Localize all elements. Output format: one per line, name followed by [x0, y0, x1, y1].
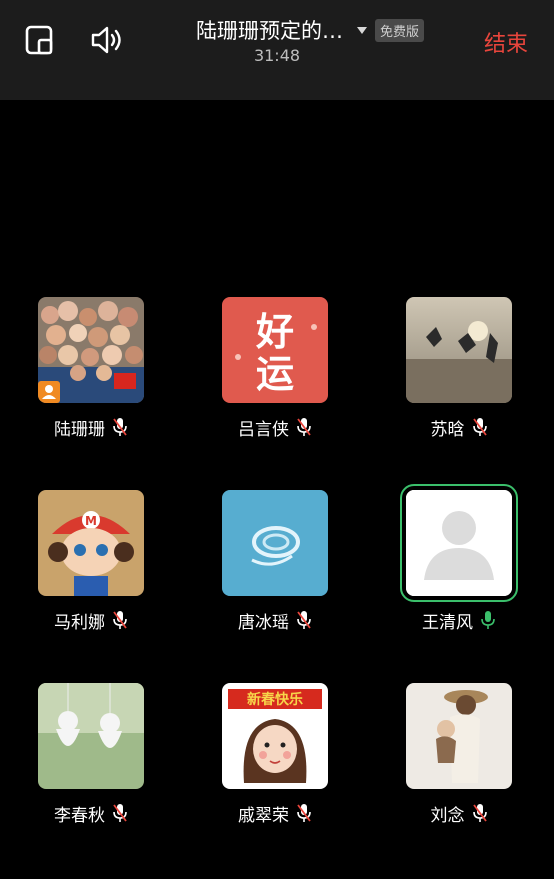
participant-label: 王清风	[406, 608, 512, 633]
participant-name: 苏晗	[430, 419, 465, 440]
participant-avatar[interactable]: 好 运	[222, 297, 328, 403]
participant-name: 戚翠荣	[238, 805, 289, 826]
top-bar: 陆珊珊预定的… 免费版 31:48 结束	[0, 0, 554, 100]
participant-avatar[interactable]	[406, 297, 512, 403]
beach-jump-photo-avatar	[406, 297, 512, 403]
participant-avatar[interactable]: 新春快乐	[222, 683, 328, 789]
avatar-text-bottom: 运	[256, 352, 294, 396]
participant-name: 刘念	[430, 805, 465, 826]
participant-label: 苏晗	[406, 415, 512, 440]
chevron-down-icon[interactable]	[357, 26, 367, 34]
participant-label: 马利娜	[38, 608, 144, 633]
participant-name: 唐冰瑶	[238, 612, 289, 633]
participant-name: 马利娜	[54, 612, 105, 633]
participant-avatar[interactable]	[222, 490, 328, 596]
mic-muted-icon	[472, 803, 488, 823]
default-avatar-icon	[406, 490, 512, 596]
participant-avatar[interactable]: M	[38, 490, 144, 596]
participant-avatar[interactable]	[38, 297, 144, 403]
meeting-title-group[interactable]: 陆珊珊预定的… 免费版	[196, 15, 425, 45]
end-call-button[interactable]: 结束	[484, 26, 528, 58]
participant-name: 吕言侠	[238, 419, 289, 440]
mic-muted-icon	[112, 803, 128, 823]
water-ripple-photo-avatar	[222, 490, 328, 596]
mic-muted-icon	[472, 417, 488, 437]
cartoon-mario-girl-avatar: M	[38, 490, 144, 596]
participant-label: 吕言侠	[222, 415, 328, 440]
participant-avatar-speaking[interactable]	[400, 484, 518, 602]
participant-name: 王清风	[422, 612, 473, 633]
participant-avatar[interactable]	[38, 683, 144, 789]
mic-active-icon	[480, 610, 496, 630]
floating-window-icon[interactable]	[22, 22, 58, 58]
participant-avatar[interactable]	[406, 683, 512, 789]
avatar-text-banner: 新春快乐	[247, 691, 303, 708]
cartoon-girl-new-year-avatar: 新春快乐	[222, 683, 328, 789]
good-luck-card-avatar: 好 运	[222, 297, 328, 403]
participant-name: 李春秋	[54, 805, 105, 826]
participant-label: 戚翠荣	[222, 801, 328, 826]
speaker-icon[interactable]	[88, 22, 124, 58]
meeting-title[interactable]: 陆珊珊预定的…	[196, 15, 343, 45]
participant-label: 刘念	[406, 801, 512, 826]
teru-teru-bozu-photo-avatar	[38, 683, 144, 789]
flowers-photo-avatar	[38, 297, 144, 403]
participant-label: 李春秋	[38, 801, 144, 826]
participant-name: 陆珊珊	[54, 419, 105, 440]
call-timer: 31:48	[253, 46, 301, 65]
mic-muted-icon	[112, 610, 128, 630]
plan-badge: 免费版	[375, 18, 425, 42]
mic-muted-icon	[112, 417, 128, 437]
participant-label: 唐冰瑶	[222, 608, 328, 633]
mic-muted-icon	[296, 803, 312, 823]
svg-text:M: M	[85, 514, 97, 528]
participant-label: 陆珊珊	[38, 415, 144, 440]
mic-muted-icon	[296, 417, 312, 437]
mother-child-photo-avatar	[406, 683, 512, 789]
avatar-text-top: 好	[255, 310, 294, 354]
mic-muted-icon	[296, 610, 312, 630]
